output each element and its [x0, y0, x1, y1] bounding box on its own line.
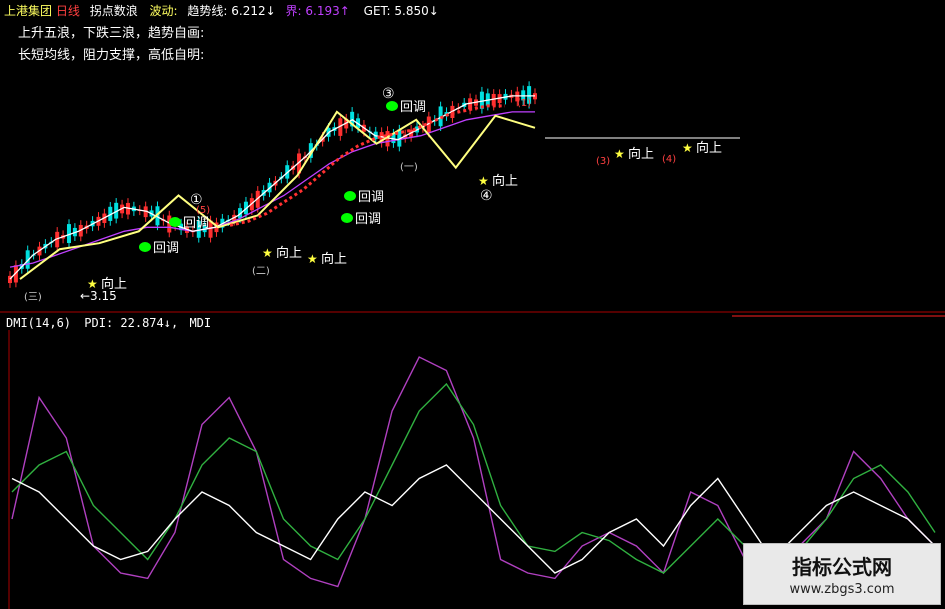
star-marker-icon: ★ [478, 174, 489, 188]
wave-label: (4) [662, 154, 676, 165]
period-label: 日线 [55, 4, 80, 18]
pdi-value: 22.874↓, [120, 316, 179, 330]
trend-value: 6.212↓ [231, 4, 276, 18]
pullback-label: 回调 [183, 216, 209, 231]
star-marker-icon: ★ [262, 246, 273, 260]
stock-chart: 回调回调 回调回调回调★ 向上★ 向上 ★ 向上★ 向上★ 向上 ★ 向上←3.15①③④(三)(… [0, 81, 945, 609]
wave-label: (1) [517, 98, 531, 109]
star-marker-icon: ★ [614, 147, 625, 161]
pullback-label: 回调 [358, 190, 384, 205]
wave-label: (二) [252, 266, 270, 277]
pullback-dot [341, 213, 353, 223]
indicator-name: 拐点数浪 [89, 4, 138, 18]
star-marker-icon: ★ [307, 252, 318, 266]
wave-label: ③ [382, 86, 395, 102]
chart-header: 上港集团 日线 拐点数浪 波动: 趋势线: 6.212↓ 界: 6.193↑ G… [4, 2, 439, 19]
pullback-label: 回调 [355, 212, 381, 227]
up-label: 向上 [276, 245, 302, 261]
wave-label: (一) [400, 162, 418, 173]
stock-name: 上港集团 [4, 4, 53, 18]
watermark-url: www.zbgs3.com [789, 582, 895, 597]
watermark: 指标公式网 www.zbgs3.com [743, 543, 941, 605]
dmi-name: DMI(14,6) [6, 316, 72, 330]
pullback-dot [169, 217, 181, 227]
support-dotted-line [229, 104, 505, 227]
dmi-header: DMI(14,6) PDI: 22.874↓, MDI [6, 316, 211, 330]
note-line-1: 上升五浪，下跌三浪，趋势自画: [18, 26, 205, 41]
star-marker-icon: ★ [682, 141, 693, 155]
pdi-label: PDI: [84, 316, 114, 330]
pullback-dot [344, 191, 356, 201]
up-label: 向上 [696, 140, 722, 156]
up-label: 向上 [628, 146, 654, 162]
note-line-2: 长短均线，阻力支撑，高低自明: [18, 48, 205, 63]
pullback-label: 回调 [153, 241, 179, 256]
get-label: GET: [363, 4, 391, 18]
low-price-label: ←3.15 [80, 289, 117, 303]
up-label: 向上 [321, 251, 347, 267]
get-value: 5.850↓ [394, 4, 439, 18]
wave-label: 波动: [149, 4, 178, 18]
wave-label: ④ [480, 188, 493, 204]
wave-label: (3) [596, 156, 610, 167]
pullback-dot [139, 242, 151, 252]
watermark-title: 指标公式网 [792, 555, 892, 579]
bound-value: 6.193↑ [305, 4, 350, 18]
trend-label: 趋势线: [187, 4, 228, 18]
mdi-label: MDI [189, 316, 212, 330]
wave-label: (三) [24, 292, 42, 303]
wave-label: (5) [196, 205, 210, 216]
pullback-label: 回调 [400, 100, 426, 115]
bound-label: 界: [285, 4, 302, 18]
up-label: 向上 [492, 173, 518, 189]
pullback-dot [386, 101, 398, 111]
price-panel: 回调回调 回调回调回调★ 向上★ 向上 ★ 向上★ 向上★ 向上 ★ 向上←3.15①③④(三)(… [8, 81, 740, 303]
